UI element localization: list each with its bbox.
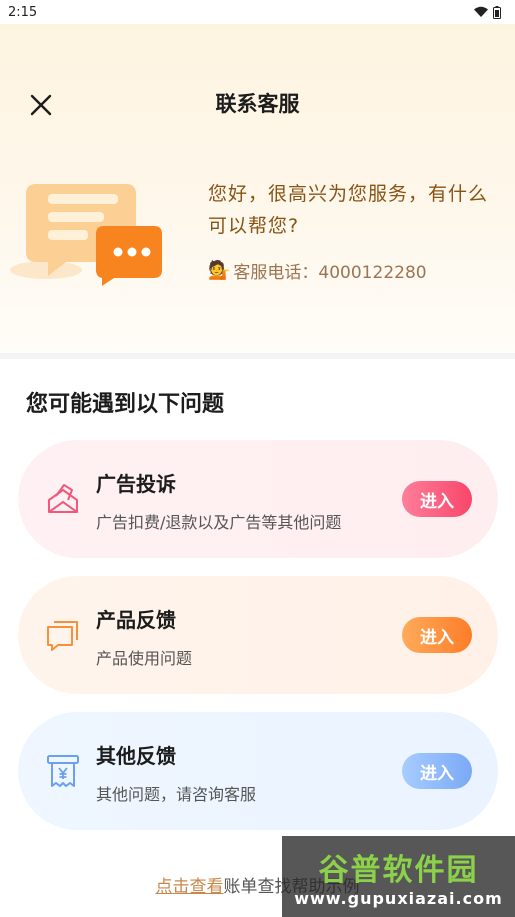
status-bar: 2:15 bbox=[0, 0, 515, 24]
card-title: 广告投诉 bbox=[96, 472, 176, 496]
chat-bubble-icon bbox=[10, 184, 162, 286]
watermark: 谷普软件园 www.gupuxiazai.com bbox=[282, 836, 515, 917]
card-subtitle: 其他问题，请咨询客服 bbox=[96, 785, 257, 804]
card-title: 其他反馈 bbox=[96, 744, 176, 768]
card-title: 产品反馈 bbox=[96, 608, 176, 632]
message-icon bbox=[47, 621, 78, 651]
status-time: 2:15 bbox=[8, 4, 38, 20]
battery-icon bbox=[493, 5, 501, 19]
person-icon: 💁 bbox=[208, 260, 231, 281]
watermark-sub: www.gupuxiazai.com bbox=[294, 889, 503, 908]
view-link[interactable]: 点击查看 bbox=[156, 877, 224, 897]
greeting-text: 您好，很高兴为您服务，有什么可以帮您? bbox=[208, 183, 489, 237]
phone-label: 客服电话：4000122280 bbox=[233, 263, 427, 283]
watermark-main: 谷普软件园 bbox=[318, 853, 479, 888]
divider bbox=[0, 353, 515, 359]
card-subtitle: 产品使用问题 bbox=[96, 649, 193, 668]
section-title: 您可能遇到以下问题 bbox=[26, 392, 225, 417]
card-other-feedback[interactable]: 其他反馈 其他问题，请咨询客服 进入 bbox=[18, 712, 498, 830]
wifi-icon bbox=[474, 6, 488, 17]
card-ad-complaint[interactable]: 广告投诉 广告扣费/退款以及广告等其他问题 进入 bbox=[18, 440, 498, 558]
enter-button[interactable]: 进入 bbox=[402, 481, 472, 517]
enter-button[interactable]: 进入 bbox=[402, 753, 472, 789]
card-subtitle: 广告扣费/退款以及广告等其他问题 bbox=[96, 513, 342, 532]
page-title: 联系客服 bbox=[215, 92, 300, 116]
card-product-feedback[interactable]: 产品反馈 产品使用问题 进入 bbox=[18, 576, 498, 694]
envelope-icon bbox=[48, 484, 78, 513]
service-phone: 💁 客服电话：4000122280 bbox=[208, 258, 427, 283]
enter-button[interactable]: 进入 bbox=[402, 617, 472, 653]
receipt-icon bbox=[47, 755, 79, 787]
